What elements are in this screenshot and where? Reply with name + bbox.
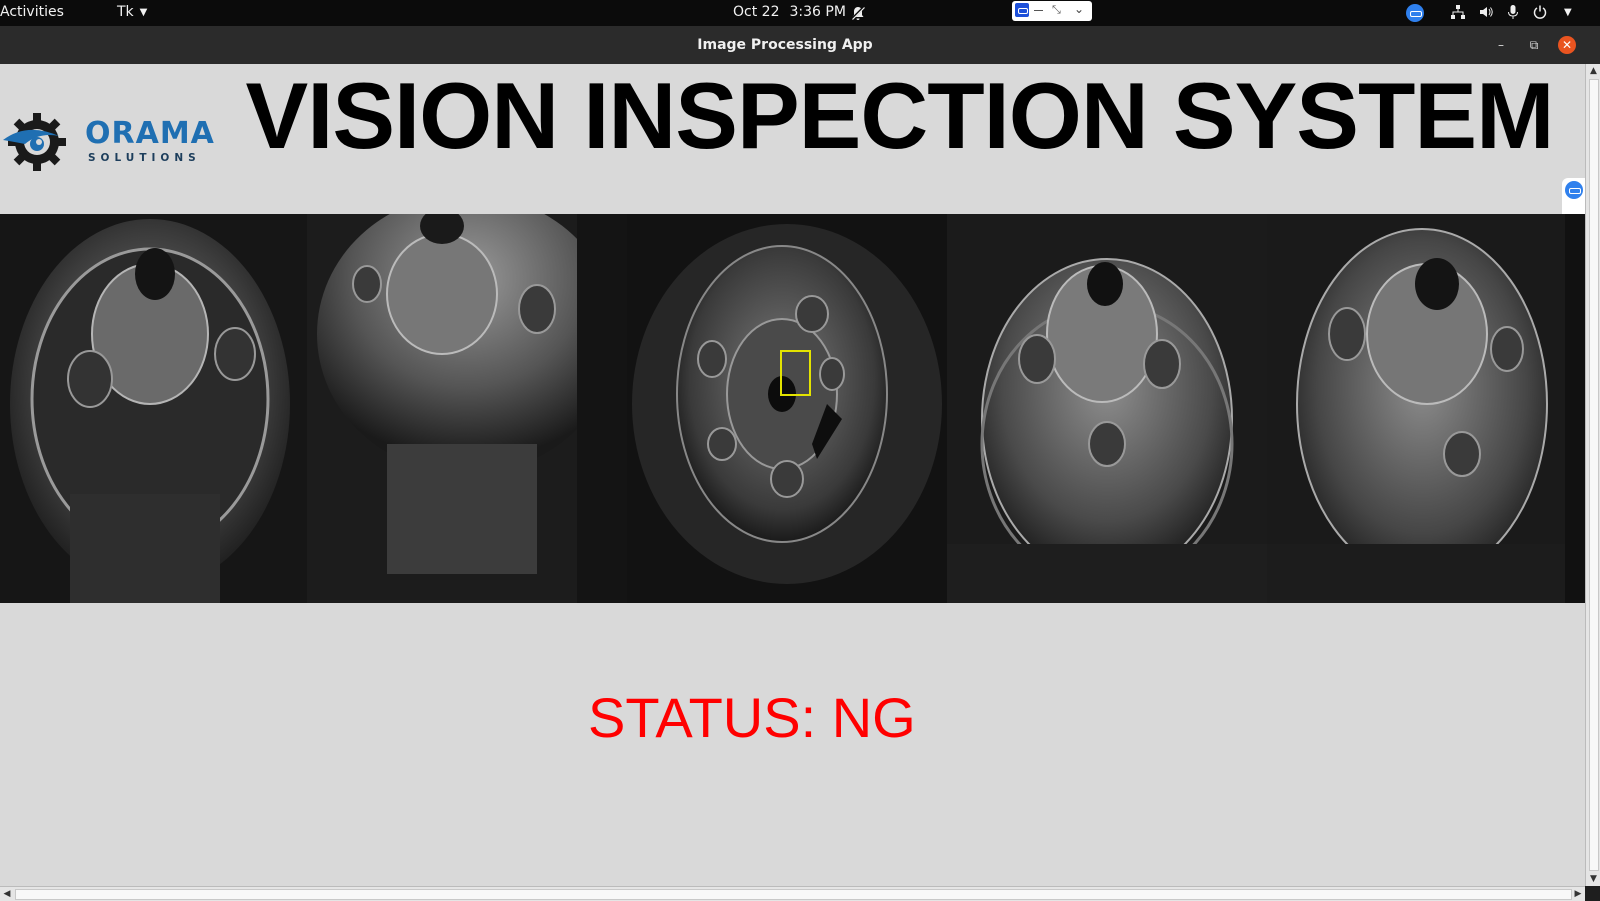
chevron-down-icon[interactable]: ▼ <box>1564 7 1572 18</box>
chevron-down-icon[interactable]: ⌄ <box>1074 2 1084 16</box>
scroll-left-arrow-icon[interactable]: ◀ <box>0 887 14 901</box>
horizontal-scrollbar[interactable]: ◀ ▶ <box>0 886 1585 901</box>
network-icon[interactable] <box>1450 4 1466 24</box>
inspection-status: STATUS: NG <box>588 686 916 749</box>
camera-view-5 <box>1267 214 1565 603</box>
vertical-scrollbar[interactable]: ▲ ▼ <box>1585 64 1600 886</box>
system-top-bar: Activities Tk ▼ Oct 22 3:36 PM ⤡ ⌄ ▼ <box>0 0 1600 26</box>
app-canvas: ORAMA SOLUTIONS VISION INSPECTION SYSTEM <box>0 64 1585 886</box>
clock[interactable]: Oct 22 3:36 PM <box>733 4 846 20</box>
scroll-right-arrow-icon[interactable]: ▶ <box>1571 887 1585 901</box>
teamviewer-icon <box>1565 181 1583 199</box>
camera-view-4 <box>947 214 1267 603</box>
chevron-down-icon: ▼ <box>139 7 148 18</box>
camera-image-strip <box>0 214 1585 603</box>
app-menu-label: Tk <box>117 4 134 20</box>
window-title-bar[interactable]: Image Processing App – ⧉ ✕ <box>0 26 1600 64</box>
camera-view-3 <box>627 214 947 603</box>
notifications-muted-icon <box>850 5 866 25</box>
microphone-icon[interactable] <box>1506 4 1520 24</box>
page-title: VISION INSPECTION SYSTEM <box>245 64 1555 168</box>
teamviewer-tray-icon[interactable] <box>1406 4 1424 22</box>
scroll-down-arrow-icon[interactable]: ▼ <box>1586 872 1600 886</box>
close-button[interactable]: ✕ <box>1558 36 1576 54</box>
horizontal-scroll-thumb[interactable] <box>15 889 1572 900</box>
activities-button[interactable]: Activities <box>0 4 64 20</box>
volume-icon[interactable] <box>1478 4 1494 24</box>
remote-session-widget[interactable]: ⤡ ⌄ <box>1012 1 1092 21</box>
teamviewer-icon <box>1015 3 1029 17</box>
restore-button[interactable]: ⧉ <box>1525 36 1543 54</box>
minimize-button[interactable]: – <box>1492 36 1510 54</box>
clock-time: 3:36 PM <box>789 4 846 20</box>
camera-view-2 <box>307 214 627 603</box>
window-title: Image Processing App <box>697 37 873 53</box>
app-menu[interactable]: Tk ▼ <box>117 4 147 20</box>
logo-wordmark: ORAMA <box>85 116 215 151</box>
scroll-up-arrow-icon[interactable]: ▲ <box>1586 64 1600 78</box>
camera-view-1 <box>0 214 307 603</box>
clock-date: Oct 22 <box>733 4 780 20</box>
logo-subtitle: SOLUTIONS <box>88 152 201 164</box>
power-icon[interactable] <box>1532 4 1548 24</box>
shrink-icon[interactable]: ⤡ <box>1052 3 1061 17</box>
vertical-scroll-thumb[interactable] <box>1589 79 1599 871</box>
minimize-widget-icon[interactable] <box>1034 10 1043 11</box>
